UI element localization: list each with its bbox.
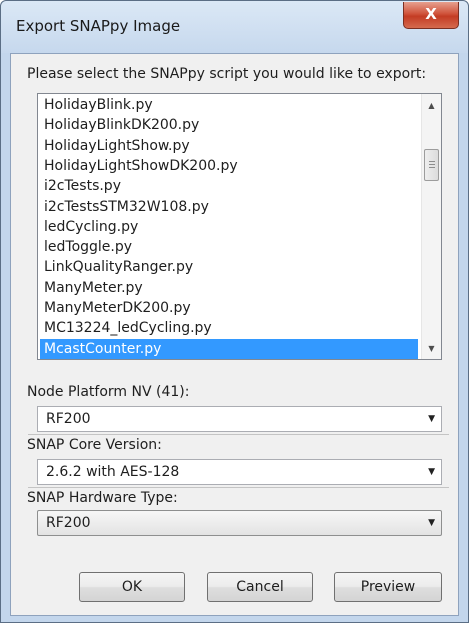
list-item[interactable]: i2cTests.py [40,176,418,196]
list-item[interactable]: HolidayLightShow.py [40,136,418,156]
list-item[interactable]: ManyMeterDK200.py [40,298,418,318]
scroll-thumb[interactable] [424,149,439,181]
dropdown-arrow-icon[interactable]: ▼ [428,407,435,431]
list-item[interactable]: MC13224_ledCycling.py [40,318,418,338]
script-listbox[interactable]: HolidayBlink.py HolidayBlinkDK200.py Holid… [37,93,442,360]
core-version-label: SNAP Core Version: [27,437,162,453]
scroll-down-icon[interactable]: ▼ [422,339,441,359]
close-button[interactable]: X [403,2,459,29]
close-icon: X [425,5,437,23]
core-version-value: 2.6.2 with AES-128 [46,464,180,480]
script-list-label: Please select the SNAPpy script you woul… [27,66,427,82]
title-bar[interactable]: Export SNAPpy Image X [1,1,468,53]
cancel-button[interactable]: Cancel [207,572,313,602]
dropdown-arrow-icon[interactable]: ▼ [428,511,435,535]
list-item[interactable]: LinkQualityRanger.py [40,257,418,277]
divider [28,434,449,435]
node-platform-combobox[interactable]: RF200 ▼ [37,406,442,432]
thumb-grip-line [429,167,435,168]
list-item[interactable]: HolidayBlink.py [40,95,418,115]
preview-button[interactable]: Preview [334,572,442,602]
hardware-type-value: RF200 [46,515,91,531]
node-platform-label: Node Platform NV (41): [27,384,190,400]
hardware-type-label: SNAP Hardware Type: [27,490,178,506]
dropdown-arrow-icon[interactable]: ▼ [428,460,435,484]
list-item[interactable]: ledCycling.py [40,217,418,237]
window-title: Export SNAPpy Image [16,17,181,35]
thumb-grip-line [429,164,435,165]
node-platform-value: RF200 [46,411,91,427]
thumb-grip-line [429,161,435,162]
divider [28,487,449,488]
list-item[interactable]: ledToggle.py [40,237,418,257]
core-version-combobox[interactable]: 2.6.2 with AES-128 ▼ [37,459,442,485]
list-item[interactable]: McastCounter.py [40,338,418,359]
hardware-type-combobox[interactable]: RF200 ▼ [37,510,442,536]
ok-button[interactable]: OK [79,572,185,602]
list-scrollbar[interactable]: ▲ ▼ [421,94,441,359]
list-item[interactable]: i2cTestsSTM32W108.py [40,197,418,217]
list-item[interactable]: ManyMeter.py [40,278,418,298]
scroll-up-icon[interactable]: ▲ [422,96,441,116]
list-item[interactable]: HolidayBlinkDK200.py [40,115,418,135]
list-item[interactable]: HolidayLightShowDK200.py [40,156,418,176]
